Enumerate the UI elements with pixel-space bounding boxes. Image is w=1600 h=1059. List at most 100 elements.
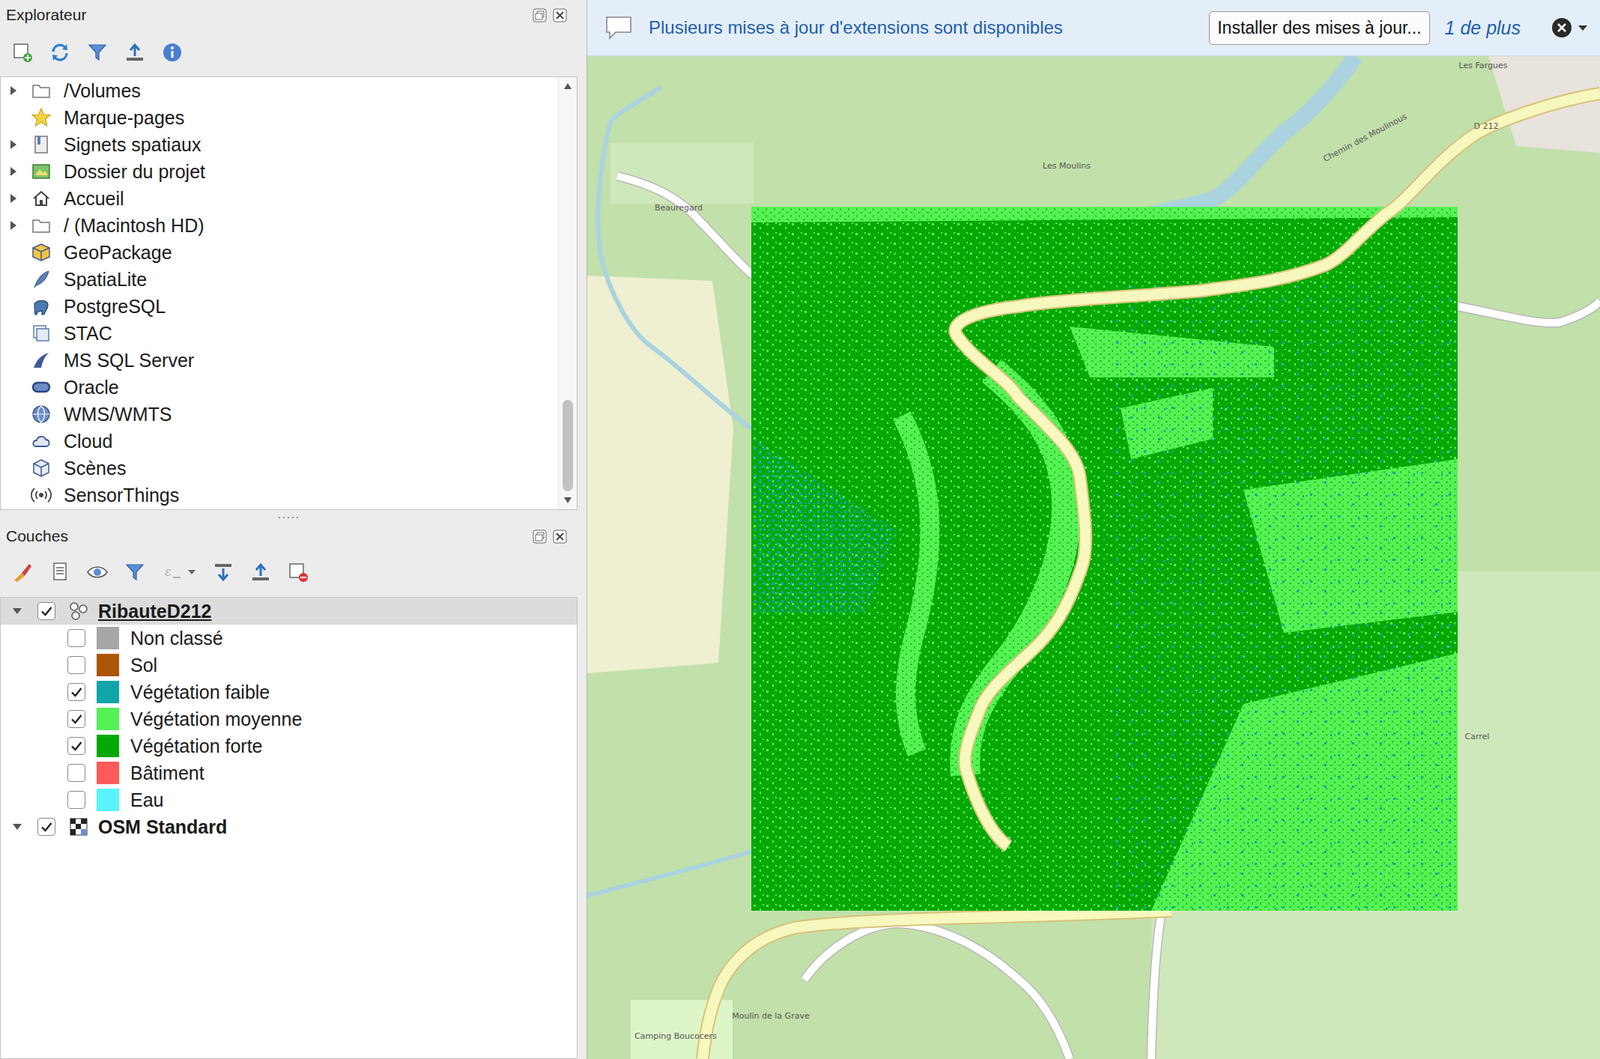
filter-icon[interactable] <box>123 561 147 584</box>
explorer-item[interactable]: Scènes <box>0 454 559 482</box>
expand-arrow-icon[interactable] <box>8 85 19 96</box>
class-checkbox[interactable] <box>67 656 86 675</box>
tool-button[interactable] <box>208 557 239 588</box>
addgroup-icon[interactable] <box>48 561 72 584</box>
close-icon[interactable] <box>1550 16 1574 39</box>
class-row[interactable]: Végétation moyenne <box>0 705 577 733</box>
explorer-item[interactable]: SpatiaLite <box>0 265 559 293</box>
explorer-item[interactable]: / (Macintosh HD) <box>0 211 559 239</box>
class-row[interactable]: Eau <box>0 786 577 814</box>
expand-arrow-icon[interactable] <box>8 193 19 204</box>
tool-button[interactable] <box>44 557 75 588</box>
map-label: Beauregard <box>654 202 703 213</box>
scroll-up[interactable] <box>558 77 577 96</box>
close-group[interactable] <box>1550 16 1589 39</box>
explorer-item[interactable]: GeoPackage <box>0 238 559 266</box>
explorer-item[interactable]: Cloud <box>0 427 559 455</box>
explorer-item[interactable]: WMS/WMTS <box>0 400 559 428</box>
explorer-item[interactable]: STAC <box>0 319 559 347</box>
class-row[interactable]: Non classé <box>0 624 577 652</box>
close-icon[interactable] <box>552 8 568 23</box>
layer-row[interactable]: OSM Standard <box>0 813 577 841</box>
collapse-icon[interactable] <box>123 41 147 64</box>
expander[interactable] <box>3 158 24 186</box>
eye-icon[interactable] <box>86 561 109 584</box>
class-checkbox[interactable] <box>67 737 86 756</box>
dropdown-icon[interactable] <box>1577 23 1589 32</box>
expand-arrow-icon[interactable] <box>8 166 19 177</box>
down-arrow-icon[interactable] <box>563 496 573 505</box>
dropdown-icon[interactable] <box>187 569 197 576</box>
refresh-icon[interactable] <box>48 41 72 64</box>
float-icon[interactable] <box>532 529 547 544</box>
style-icon[interactable] <box>11 561 34 584</box>
expand-arrow-icon[interactable] <box>8 139 19 150</box>
scrollbar[interactable] <box>558 77 577 510</box>
tool-button[interactable] <box>119 557 150 588</box>
install-updates-button[interactable]: Installer des mises à jour... <box>1208 11 1430 45</box>
info-icon[interactable] <box>161 41 184 64</box>
scroll-track[interactable] <box>558 95 577 492</box>
dock-splitter[interactable] <box>0 510 587 526</box>
expand-arrow-icon[interactable] <box>8 220 19 231</box>
tool-button[interactable]: ε <box>157 557 201 588</box>
tool-button[interactable] <box>157 37 188 68</box>
collapse-arrow-icon[interactable] <box>11 605 23 617</box>
class-checkbox[interactable] <box>67 764 86 783</box>
check-icon <box>69 712 84 726</box>
explorer-item[interactable]: Oracle <box>0 373 559 401</box>
tool-button[interactable] <box>119 37 150 68</box>
map-canvas[interactable]: Les FarguesD 212Chemin des MoulinousLes … <box>587 56 1600 1059</box>
up-arrow-icon[interactable] <box>563 82 573 90</box>
explorer-item[interactable]: MS SQL Server <box>0 346 559 374</box>
scroll-down[interactable] <box>558 491 577 510</box>
scroll-thumb[interactable] <box>562 400 574 492</box>
explorer-item[interactable]: Dossier du projet <box>0 158 559 186</box>
class-row[interactable]: Végétation faible <box>0 678 577 706</box>
class-row[interactable]: Bâtiment <box>0 759 577 787</box>
explorer-item[interactable]: /Volumes <box>0 77 559 105</box>
filter-icon[interactable] <box>86 41 109 64</box>
collapse-icon[interactable] <box>249 561 272 584</box>
map-view[interactable]: Les FarguesD 212Chemin des MoulinousLes … <box>587 56 1600 1059</box>
expander[interactable] <box>3 77 24 105</box>
collapse-arrow-icon[interactable] <box>11 821 23 833</box>
tool-button[interactable] <box>7 557 38 588</box>
expander[interactable] <box>3 185 24 212</box>
expand-icon[interactable] <box>211 561 235 584</box>
add-icon[interactable] <box>11 41 34 64</box>
float-icon[interactable] <box>532 8 547 23</box>
expander[interactable] <box>3 211 24 239</box>
tool-button[interactable] <box>44 37 75 68</box>
class-row[interactable]: Végétation forte <box>0 732 577 760</box>
layer-checkbox[interactable] <box>37 817 56 836</box>
handle-icon[interactable] <box>277 516 301 520</box>
expander[interactable] <box>5 813 30 841</box>
expander[interactable] <box>3 131 24 159</box>
tool-button[interactable] <box>82 37 113 68</box>
expander[interactable] <box>5 597 30 625</box>
tool-button[interactable] <box>283 557 314 588</box>
layer-checkbox[interactable] <box>37 602 56 621</box>
expression-icon[interactable]: ε <box>162 561 186 584</box>
explorer-item[interactable]: Accueil <box>0 185 559 212</box>
tool-button[interactable] <box>82 557 113 588</box>
class-checkbox[interactable] <box>67 683 86 702</box>
class-row[interactable]: Sol <box>0 651 577 679</box>
explorer-item[interactable]: SensorThings <box>0 481 559 509</box>
more-link[interactable]: 1 de plus <box>1444 17 1521 39</box>
map-label: Les Fargues <box>1459 60 1508 71</box>
check-icon <box>69 739 84 753</box>
layer-row[interactable]: RibauteD212 <box>0 597 577 625</box>
close-icon[interactable] <box>552 529 568 544</box>
explorer-item[interactable]: Signets spatiaux <box>0 131 559 159</box>
point-cloud-icon <box>68 600 90 622</box>
class-checkbox[interactable] <box>67 791 86 809</box>
explorer-item[interactable]: PostgreSQL <box>0 292 559 320</box>
class-checkbox[interactable] <box>67 629 86 648</box>
class-checkbox[interactable] <box>67 710 86 729</box>
tool-button[interactable] <box>245 557 276 588</box>
explorer-item[interactable]: Marque-pages <box>0 104 559 132</box>
tool-button[interactable] <box>7 37 38 68</box>
remove-icon[interactable] <box>286 561 310 584</box>
